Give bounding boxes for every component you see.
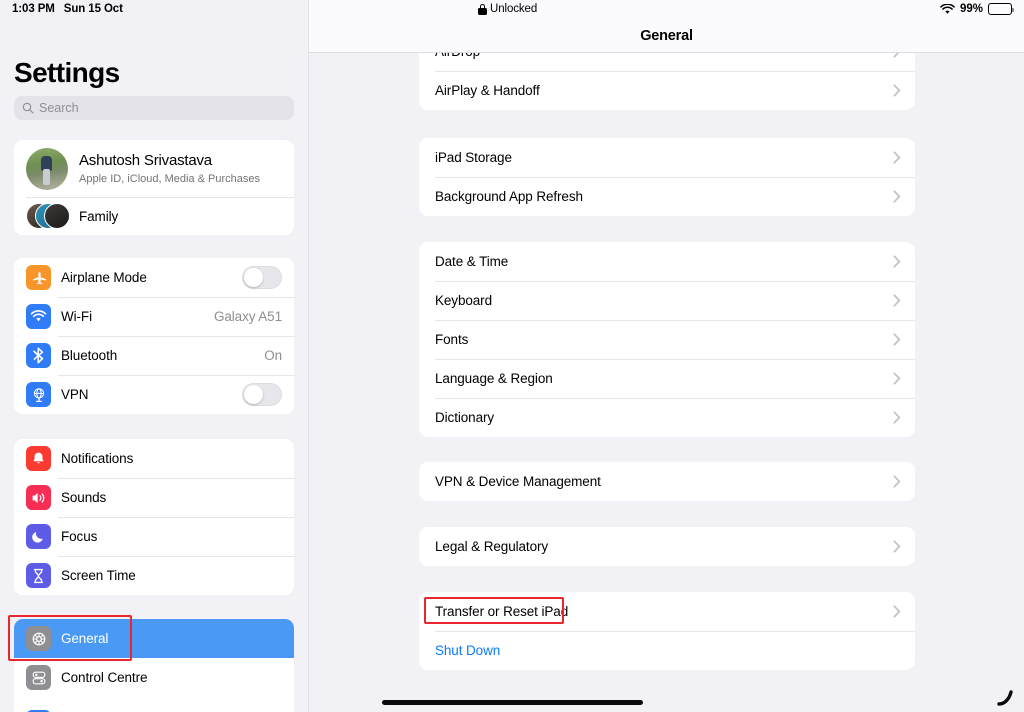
gear-icon [26, 626, 51, 651]
detail-row-dictionary[interactable]: Dictionary [419, 398, 915, 437]
sidebar-item-general[interactable]: General [14, 619, 294, 658]
detail-card-management: VPN & Device Management [419, 462, 915, 501]
ipad-settings-screen: 1:03 PM Sun 15 Oct Unlocked 99% Settings [0, 0, 1024, 712]
sidebar-item-label: Screen Time [61, 568, 136, 583]
sidebar-item-notifications[interactable]: Notifications [14, 439, 294, 478]
wifi-icon [26, 304, 51, 329]
chevron-right-icon [893, 294, 901, 307]
chevron-right-icon [893, 255, 901, 268]
search-icon [22, 102, 34, 114]
sidebar-item-focus[interactable]: Focus [14, 517, 294, 556]
sidebar-item-label: Airplane Mode [61, 270, 147, 285]
detail-title: General [640, 28, 693, 44]
sidebar-item-label: Bluetooth [61, 348, 118, 363]
watermark: TekZone.vn [784, 650, 901, 675]
family-label: Family [79, 208, 119, 224]
detail-row-label: Legal & Regulatory [435, 539, 549, 554]
vpn-toggle[interactable] [242, 383, 282, 406]
sidebar-item-display-and-brightness[interactable] [14, 703, 294, 712]
sidebar-item-label: Focus [61, 529, 98, 544]
detail-row-label: Shut Down [435, 643, 501, 658]
moon-icon [26, 524, 51, 549]
detail-row-label: Background App Refresh [435, 189, 583, 204]
home-indicator[interactable] [382, 700, 643, 705]
sidebar-item-vpn[interactable]: VPN [14, 375, 294, 414]
wifi-network-value: Galaxy A51 [213, 309, 282, 324]
chevron-right-icon [893, 372, 901, 385]
search-input[interactable]: Search [14, 96, 294, 120]
sidebar-item-label: Wi-Fi [61, 309, 92, 324]
hourglass-icon [26, 563, 51, 588]
sidebar-item-screen-time[interactable]: Screen Time [14, 556, 294, 595]
system-card: General Control Centre [14, 619, 294, 712]
sidebar-item-label: General [61, 631, 109, 646]
detail-row-label: AirPlay & Handoff [435, 83, 540, 98]
account-name: Ashutosh Srivastava [79, 152, 212, 170]
detail-row-date-time[interactable]: Date & Time [419, 242, 915, 281]
airplane-icon [26, 265, 51, 290]
sidebar-item-family[interactable]: Family [14, 197, 294, 235]
detail-row-label: Dictionary [435, 410, 495, 425]
detail-row-label: Language & Region [435, 371, 553, 386]
bluetooth-status-value: On [264, 348, 282, 363]
detail-card-storage: iPad Storage Background App Refresh [419, 138, 915, 216]
account-card: Ashutosh Srivastava Apple ID, iCloud, Me… [14, 140, 294, 235]
detail-row-label: Date & Time [435, 254, 509, 269]
chevron-right-icon [893, 190, 901, 203]
bell-icon [26, 446, 51, 471]
panel-divider [308, 0, 309, 712]
airplane-mode-toggle[interactable] [242, 266, 282, 289]
vpn-globe-icon [26, 382, 51, 407]
sidebar-item-apple-id[interactable]: Ashutosh Srivastava Apple ID, iCloud, Me… [14, 140, 294, 197]
detail-row-label: VPN & Device Management [435, 474, 601, 489]
chevron-right-icon [893, 475, 901, 488]
search-placeholder: Search [39, 101, 79, 115]
detail-row-label: iPad Storage [435, 150, 512, 165]
detail-header: General [309, 0, 1024, 53]
chevron-right-icon [893, 540, 901, 553]
notifications-card: Notifications Sounds Focus Screen Time [14, 439, 294, 595]
bluetooth-icon [26, 343, 51, 368]
chevron-right-icon [893, 411, 901, 424]
profile-avatar [26, 147, 68, 190]
detail-row-transfer-or-reset-ipad[interactable]: Transfer or Reset iPad [419, 592, 915, 631]
chevron-right-icon [893, 333, 901, 346]
detail-card-localization: Date & Time Keyboard Fonts Language & Re… [419, 242, 915, 437]
detail-row-fonts[interactable]: Fonts [419, 320, 915, 359]
sidebar-item-control-centre[interactable]: Control Centre [14, 658, 294, 697]
detail-row-background-app-refresh[interactable]: Background App Refresh [419, 177, 915, 216]
sidebar-item-bluetooth[interactable]: Bluetooth On [14, 336, 294, 375]
sidebar-item-label: VPN [61, 387, 89, 402]
detail-card-legal: Legal & Regulatory [419, 527, 915, 566]
detail-row-ipad-storage[interactable]: iPad Storage [419, 138, 915, 177]
detail-row-label: Fonts [435, 332, 469, 347]
sidebar-item-airplane-mode[interactable]: Airplane Mode [14, 258, 294, 297]
detail-row-keyboard[interactable]: Keyboard [419, 281, 915, 320]
chevron-right-icon [893, 151, 901, 164]
family-avatars [26, 203, 70, 229]
chevron-right-icon [893, 84, 901, 97]
detail-row-legal-regulatory[interactable]: Legal & Regulatory [419, 527, 915, 566]
settings-sidebar: Settings Search Ashutosh Srivastava Appl… [0, 0, 309, 712]
sidebar-item-label: Notifications [61, 451, 134, 466]
sidebar-item-label: Sounds [61, 490, 107, 505]
control-centre-icon [26, 665, 51, 690]
connectivity-card: Airplane Mode Wi-Fi Galaxy A51 Bluetooth… [14, 258, 294, 414]
detail-row-vpn-device-management[interactable]: VPN & Device Management [419, 462, 915, 501]
general-detail-panel: AirDrop AirPlay & Handoff iPad Storage [309, 0, 1024, 712]
account-subtitle: Apple ID, iCloud, Media & Purchases [79, 172, 260, 185]
sidebar-item-sounds[interactable]: Sounds [14, 478, 294, 517]
page-title: Settings [14, 57, 120, 88]
pointer-cursor [996, 688, 1016, 712]
detail-row-language-region[interactable]: Language & Region [419, 359, 915, 398]
detail-row-label: Keyboard [435, 293, 492, 308]
speaker-icon [26, 485, 51, 510]
sidebar-item-wifi[interactable]: Wi-Fi Galaxy A51 [14, 297, 294, 336]
chevron-right-icon [893, 605, 901, 618]
detail-row-airplay-handoff[interactable]: AirPlay & Handoff [419, 71, 915, 110]
detail-row-label: Transfer or Reset iPad [435, 604, 569, 619]
sidebar-item-label: Control Centre [61, 670, 148, 685]
display-card-partial [14, 703, 294, 712]
